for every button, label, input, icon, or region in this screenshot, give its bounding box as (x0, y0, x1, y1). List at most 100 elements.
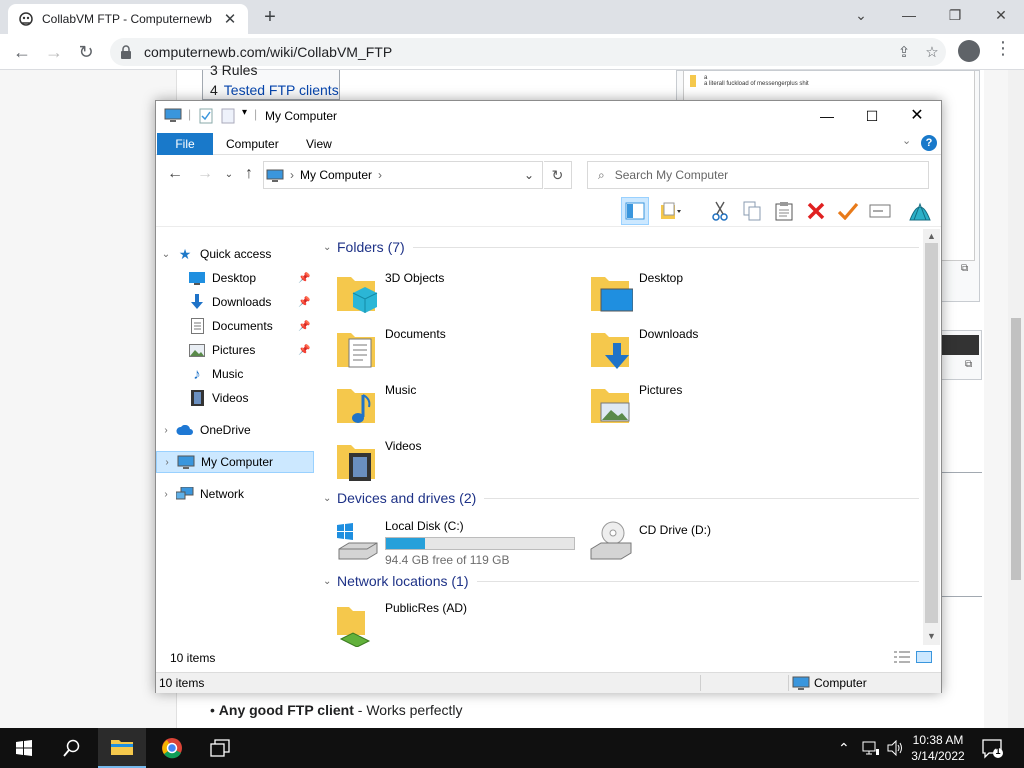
tab-search-icon[interactable]: ⌄ (838, 0, 884, 34)
address-dropdown-icon[interactable]: ⌄ (524, 168, 534, 182)
folder-downloads[interactable]: Downloads (573, 323, 813, 373)
drive-local-disk-c[interactable]: Local Disk (C:) 94.4 GB free of 119 GB (319, 515, 579, 567)
explorer-titlebar[interactable]: | ▾ | My Computer — ☐ ✕ (156, 101, 941, 131)
collapse-chevron-icon[interactable]: ⌄ (323, 576, 337, 587)
new-item-icon[interactable] (657, 197, 685, 225)
search-icon[interactable] (48, 728, 96, 768)
pin-icon[interactable]: 📌 (298, 321, 310, 332)
back-arrow-icon[interactable]: ← (164, 165, 186, 183)
enlarge-icon[interactable]: ⧉ (961, 263, 968, 274)
collapse-chevron-icon[interactable]: ⌄ (323, 493, 337, 504)
drive-cd-d[interactable]: CD Drive (D:) (573, 515, 813, 565)
cut-icon[interactable] (706, 197, 734, 225)
toc-previous-item[interactable]: 3 Rules (210, 62, 257, 78)
share-icon[interactable]: ⇪ (890, 43, 918, 61)
collapse-chevron-icon[interactable]: ⌄ (323, 242, 337, 253)
enlarge-icon[interactable]: ⧉ (965, 359, 972, 370)
folder-desktop[interactable]: Desktop (573, 267, 813, 317)
volume-icon[interactable] (886, 728, 904, 768)
page-scrollbar-thumb[interactable] (1011, 318, 1021, 580)
network-status-icon[interactable] (862, 728, 880, 768)
pin-icon[interactable]: 📌 (298, 345, 310, 356)
web-shell-icon[interactable] (906, 197, 934, 225)
nav-item-documents[interactable]: Documents 📌 (156, 315, 314, 337)
help-icon[interactable]: ? (921, 135, 937, 151)
group-header-network[interactable]: ⌄ Network locations (1) (323, 573, 919, 589)
action-center-icon[interactable]: 1 (980, 736, 1004, 760)
nav-item-desktop[interactable]: Desktop 📌 (156, 267, 314, 289)
file-explorer-taskbar-icon[interactable] (98, 728, 146, 768)
profile-avatar-icon[interactable] (958, 40, 980, 62)
close-button[interactable]: ✕ (894, 101, 940, 131)
copy-icon[interactable] (738, 197, 766, 225)
screenshot-thumbnail-2[interactable]: ⧉ (940, 330, 982, 380)
browser-close-button[interactable]: ✕ (978, 0, 1024, 34)
properties-icon[interactable] (198, 107, 214, 125)
bookmark-star-icon[interactable]: ☆ (918, 43, 946, 61)
nav-item-network[interactable]: › Network (156, 483, 314, 505)
folder-music[interactable]: Music (319, 379, 559, 429)
browser-minimize-button[interactable]: — (886, 0, 932, 34)
forward-arrow-icon[interactable]: → (194, 165, 216, 183)
nav-item-my-computer[interactable]: › My Computer (156, 451, 314, 473)
content-scrollbar[interactable]: ▲ ▼ (923, 229, 940, 645)
address-bar[interactable]: › My Computer › ⌄ (263, 161, 543, 189)
details-view-icon[interactable] (894, 651, 910, 663)
tab-computer[interactable]: Computer (212, 133, 293, 155)
chrome-menu-icon[interactable]: ⋮ (994, 38, 1012, 59)
pin-icon[interactable]: 📌 (298, 273, 310, 284)
chrome-taskbar-icon[interactable] (148, 728, 196, 768)
refresh-icon[interactable]: ↻ (544, 161, 572, 189)
group-header-folders[interactable]: ⌄ Folders (7) (323, 239, 919, 255)
expand-chevron-icon[interactable]: › (157, 457, 177, 468)
show-hidden-icons-chevron-icon[interactable]: ⌃ (838, 728, 850, 768)
delete-icon[interactable] (802, 197, 830, 225)
new-tab-button[interactable]: + (258, 6, 282, 30)
nav-item-music[interactable]: ♪ Music (156, 363, 314, 385)
group-header-devices[interactable]: ⌄ Devices and drives (2) (323, 490, 919, 506)
nav-item-videos[interactable]: Videos (156, 387, 314, 409)
start-windows-icon[interactable] (0, 728, 48, 768)
nav-item-downloads[interactable]: Downloads 📌 (156, 291, 314, 313)
page-scrollbar[interactable] (1008, 70, 1024, 728)
pin-icon[interactable]: 📌 (298, 297, 310, 308)
expand-ribbon-icon[interactable]: ⌄ (902, 134, 911, 147)
tab-file[interactable]: File (157, 133, 213, 155)
search-input[interactable]: ⌕ Search My Computer (587, 161, 929, 189)
scrollbar-thumb[interactable] (925, 243, 938, 623)
toc-item-tested-ftp-clients[interactable]: 4 Tested FTP clients (210, 82, 339, 98)
folder-pictures[interactable]: Pictures (573, 379, 813, 429)
expand-chevron-icon[interactable]: › (156, 489, 176, 500)
browser-restore-button[interactable]: ❐ (932, 0, 978, 34)
nav-item-pictures[interactable]: Pictures 📌 (156, 339, 314, 361)
paste-icon[interactable] (770, 197, 798, 225)
maximize-button[interactable]: ☐ (849, 101, 895, 131)
taskbar-clock[interactable]: 10:38 AM 3/14/2022 (908, 732, 968, 764)
browser-tab[interactable]: CollabVM FTP - Computernewb ✕ (8, 4, 248, 34)
customize-toolbar-icon[interactable]: ▾ (242, 107, 247, 125)
breadcrumb-my-computer[interactable]: My Computer (300, 168, 372, 182)
up-arrow-icon[interactable]: ↑ (238, 165, 260, 183)
folder-3d-objects[interactable]: 3D Objects (319, 267, 559, 317)
collapse-chevron-icon[interactable]: ⌄ (156, 249, 176, 260)
scroll-up-icon[interactable]: ▲ (923, 231, 940, 241)
folder-documents[interactable]: Documents (319, 323, 559, 373)
reload-icon[interactable]: ↻ (72, 38, 100, 66)
tab-view[interactable]: View (292, 133, 346, 155)
task-view-icon[interactable] (196, 728, 244, 768)
new-folder-qa-icon[interactable] (220, 107, 236, 125)
recent-locations-icon[interactable]: ⌄ (218, 169, 240, 180)
tab-close-icon[interactable]: ✕ (222, 10, 238, 28)
network-location-publicres[interactable]: PublicRes (AD) (319, 601, 559, 651)
checkmark-icon[interactable] (834, 197, 862, 225)
preview-pane-icon[interactable] (621, 197, 649, 225)
scroll-down-icon[interactable]: ▼ (923, 631, 940, 641)
expand-chevron-icon[interactable]: › (156, 425, 176, 436)
folder-videos[interactable]: Videos (319, 435, 559, 485)
forward-arrow-icon[interactable]: → (40, 38, 68, 66)
tiles-view-icon[interactable] (916, 651, 932, 663)
nav-quick-access[interactable]: ⌄ ★ Quick access (156, 243, 314, 265)
rename-icon[interactable] (866, 197, 894, 225)
minimize-button[interactable]: — (804, 101, 850, 131)
back-arrow-icon[interactable]: ← (8, 38, 36, 66)
